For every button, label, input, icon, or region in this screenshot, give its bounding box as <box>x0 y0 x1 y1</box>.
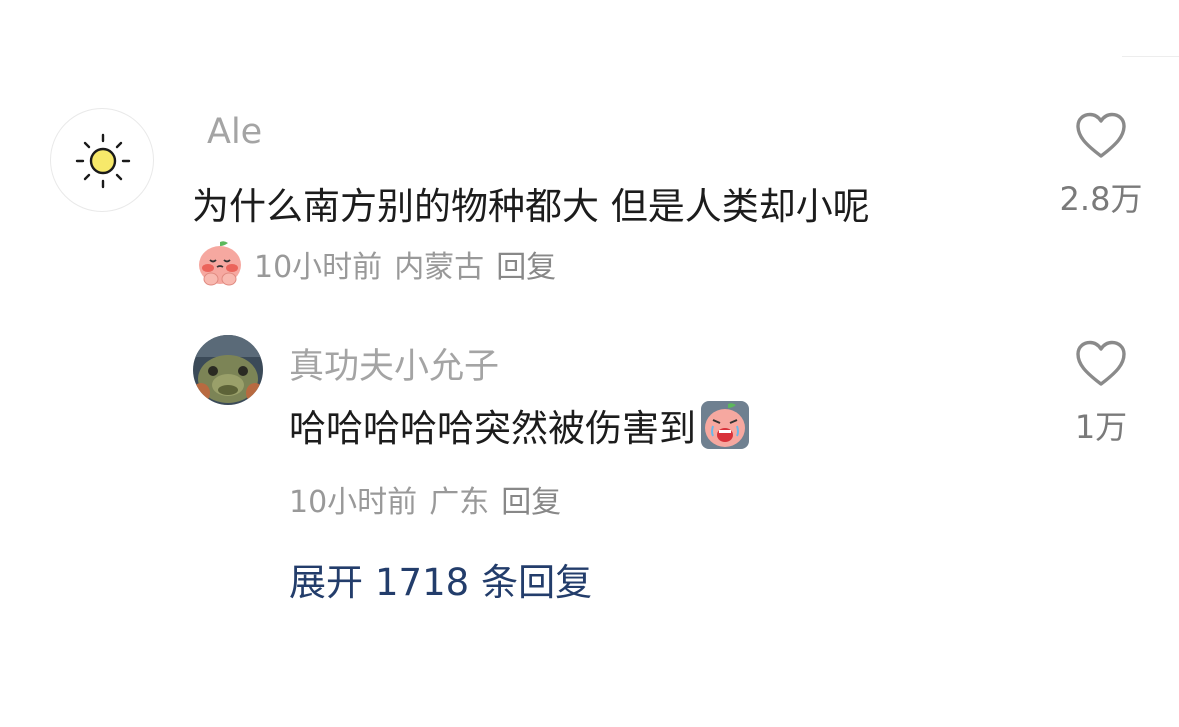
crying-peach-emoji-icon <box>701 401 749 449</box>
heart-icon <box>1076 340 1126 386</box>
like-count: 2.8万 <box>1059 180 1143 218</box>
comment-time: 10小时前 <box>254 250 383 285</box>
reply-reply-button[interactable]: 回复 <box>501 477 561 521</box>
comment-text-content: 为什么南方别的物种都大 但是人类却小呢 <box>192 185 870 228</box>
heart-icon <box>1076 112 1126 158</box>
expand-count: 1718 <box>375 561 470 604</box>
divider <box>1122 56 1179 57</box>
comment-location: 内蒙古 <box>394 250 485 285</box>
comment-thread: Ale 为什么南方别的物种都大 但是人类却小呢 10小时前 内蒙古 回复 2.8… <box>0 0 1179 727</box>
reply-avatar[interactable] <box>193 335 263 405</box>
reply-text[interactable]: 哈哈哈哈哈突然被伤害到 <box>289 398 750 452</box>
avatar[interactable] <box>50 108 154 212</box>
reply-time: 10小时前 <box>289 485 418 520</box>
reply-meta: 10小时前 广东 回复 <box>289 477 561 521</box>
reply-like-button[interactable]: 1万 <box>1041 340 1161 448</box>
expand-label-prefix: 展开 <box>289 561 363 604</box>
reply-button[interactable]: 回复 <box>496 242 556 286</box>
comment-text[interactable]: 为什么南方别的物种都大 但是人类却小呢 <box>192 176 870 230</box>
reply-username[interactable]: 真功夫小允子 <box>289 338 499 389</box>
like-button[interactable]: 2.8万 <box>1041 112 1161 220</box>
reply-like-count: 1万 <box>1074 408 1128 446</box>
pleading-peach-emoji-icon <box>199 241 241 286</box>
comment-meta: 10小时前 内蒙古 回复 <box>194 238 556 290</box>
expand-label-suffix: 条回复 <box>481 561 593 604</box>
sun-icon <box>75 133 131 189</box>
reply-location: 广东 <box>429 485 490 520</box>
fish-avatar-image <box>193 335 263 405</box>
expand-replies-link[interactable]: 展开 1718 条回复 <box>289 552 592 606</box>
reply-text-content: 哈哈哈哈哈突然被伤害到 <box>289 407 696 450</box>
comment-username[interactable]: Ale <box>207 112 262 152</box>
